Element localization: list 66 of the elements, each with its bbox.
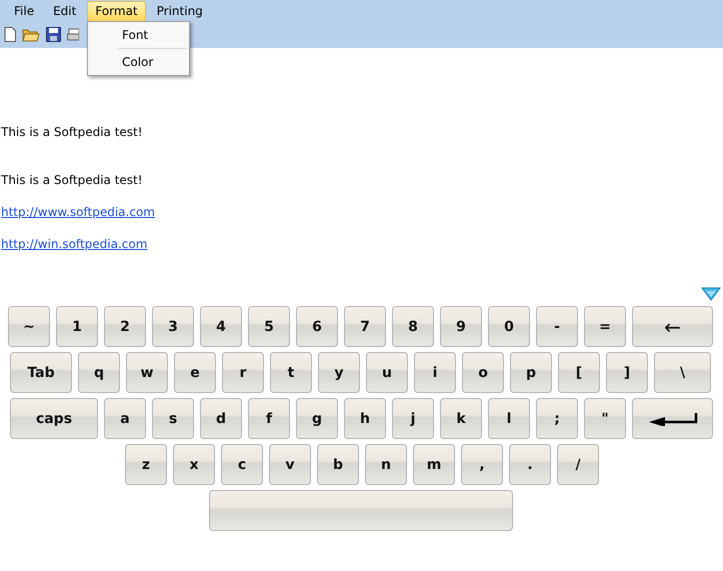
key[interactable]: t	[270, 352, 312, 393]
key[interactable]: c	[221, 444, 263, 485]
key[interactable]: ;	[536, 398, 578, 439]
caps-key[interactable]: caps	[10, 398, 98, 439]
key[interactable]: 9	[440, 306, 482, 347]
enter-key[interactable]	[632, 398, 713, 439]
key[interactable]: p	[510, 352, 552, 393]
link[interactable]: http://win.softpedia.com	[1, 236, 148, 252]
link[interactable]: http://www.softpedia.com	[1, 204, 155, 220]
key[interactable]: 5	[248, 306, 290, 347]
key[interactable]: s	[152, 398, 194, 439]
key[interactable]: 6	[296, 306, 338, 347]
key[interactable]: 1	[56, 306, 98, 347]
collapse-triangle-icon[interactable]	[701, 287, 721, 301]
text-line: This is a Softpedia test!	[1, 172, 143, 188]
key[interactable]: f	[248, 398, 290, 439]
key[interactable]: 4	[200, 306, 242, 347]
menu-item[interactable]: Format	[87, 0, 146, 22]
key[interactable]: j	[392, 398, 434, 439]
key[interactable]: ~	[8, 306, 50, 347]
key[interactable]: \	[654, 352, 711, 393]
key[interactable]: d	[200, 398, 242, 439]
key[interactable]: x	[173, 444, 215, 485]
key[interactable]: v	[269, 444, 311, 485]
key[interactable]: [	[558, 352, 600, 393]
key[interactable]: 8	[392, 306, 434, 347]
menu-item[interactable]: Printing	[148, 0, 211, 22]
key[interactable]: =	[584, 306, 626, 347]
key[interactable]: w	[126, 352, 168, 393]
key[interactable]: -	[536, 306, 578, 347]
tab-key[interactable]: Tab	[10, 352, 72, 393]
key[interactable]: z	[125, 444, 167, 485]
key[interactable]: e	[174, 352, 216, 393]
key[interactable]: /	[557, 444, 599, 485]
folder-icon[interactable]	[22, 28, 40, 42]
menu-option[interactable]: Color	[88, 51, 189, 73]
menu-item[interactable]: File	[6, 0, 42, 22]
key[interactable]: h	[344, 398, 386, 439]
key[interactable]: u	[366, 352, 408, 393]
key[interactable]: 7	[344, 306, 386, 347]
key[interactable]: 0	[488, 306, 530, 347]
printer-icon[interactable]	[67, 27, 79, 42]
new-document-icon[interactable]	[4, 27, 16, 42]
key[interactable]: a	[104, 398, 146, 439]
key[interactable]: q	[78, 352, 120, 393]
key[interactable]: i	[414, 352, 456, 393]
key[interactable]: 3	[152, 306, 194, 347]
key[interactable]: l	[488, 398, 530, 439]
menu-option[interactable]: Font	[88, 24, 189, 46]
menu-item[interactable]: Edit	[45, 0, 84, 22]
key[interactable]: .	[509, 444, 551, 485]
key[interactable]: r	[222, 352, 264, 393]
key[interactable]: ,	[461, 444, 503, 485]
key[interactable]: "	[584, 398, 626, 439]
key[interactable]: g	[296, 398, 338, 439]
key[interactable]: ]	[606, 352, 648, 393]
key[interactable]: n	[365, 444, 407, 485]
key[interactable]: m	[413, 444, 455, 485]
key[interactable]: b	[317, 444, 359, 485]
key[interactable]: y	[318, 352, 360, 393]
key[interactable]: 2	[104, 306, 146, 347]
key[interactable]: o	[462, 352, 504, 393]
enter-arrow-icon	[648, 412, 698, 426]
backspace-key[interactable]: ←	[632, 306, 713, 347]
text-line: This is a Softpedia test!	[1, 124, 143, 140]
key[interactable]: k	[440, 398, 482, 439]
